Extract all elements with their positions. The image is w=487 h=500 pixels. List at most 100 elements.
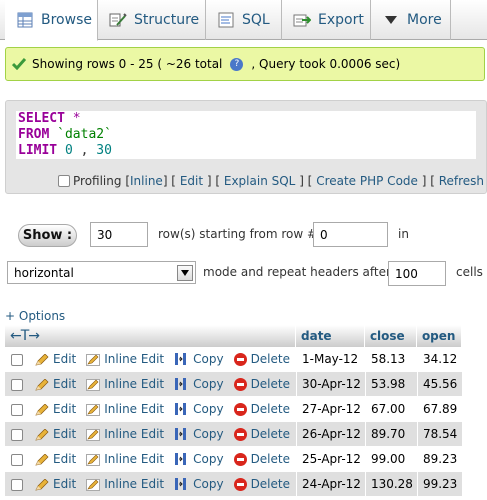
cell-date[interactable]: 1-May-12 bbox=[296, 347, 365, 372]
cell-open[interactable]: 45.56 bbox=[416, 372, 462, 397]
cell-close[interactable]: 53.98 bbox=[364, 372, 417, 397]
tab-export[interactable]: Export bbox=[282, 0, 371, 40]
sql-count: 30 bbox=[88, 143, 112, 158]
copy-action[interactable]: Copy bbox=[170, 372, 230, 397]
delete-label: Delete bbox=[250, 402, 290, 416]
delete-icon bbox=[233, 478, 247, 491]
copy-action[interactable]: Copy bbox=[170, 397, 230, 422]
cell-close[interactable]: 130.28 bbox=[364, 472, 417, 497]
inline-edit-label: Inline Edit bbox=[104, 377, 165, 391]
profiling-checkbox[interactable] bbox=[58, 175, 70, 187]
cell-date[interactable]: 24-Apr-12 bbox=[296, 472, 365, 497]
copy-action[interactable]: Copy bbox=[170, 422, 230, 447]
inline-edit-label: Inline Edit bbox=[104, 402, 165, 416]
edit-action[interactable]: Edit bbox=[31, 372, 83, 397]
cell-open[interactable]: 99.23 bbox=[416, 472, 462, 497]
row-checkbox[interactable] bbox=[11, 453, 23, 466]
delete-action[interactable]: Delete bbox=[229, 472, 296, 497]
tab-sql[interactable]: SQL bbox=[206, 0, 282, 40]
row-checkbox[interactable] bbox=[11, 353, 23, 366]
cell-open[interactable]: 34.12 bbox=[416, 347, 462, 372]
edit-label: Edit bbox=[53, 352, 77, 366]
show-button[interactable]: Show : bbox=[18, 224, 77, 247]
edit-label: Edit bbox=[53, 477, 77, 491]
edit-action[interactable]: Edit bbox=[31, 472, 83, 497]
edit-label: Edit bbox=[53, 452, 77, 466]
copy-icon bbox=[174, 377, 193, 391]
options-toggle[interactable]: + Options bbox=[5, 309, 65, 323]
inline-edit-action[interactable]: Inline Edit bbox=[82, 447, 171, 472]
pencil-icon bbox=[35, 452, 53, 466]
inline-edit-action[interactable]: Inline Edit bbox=[82, 397, 171, 422]
delete-action[interactable]: Delete bbox=[229, 397, 296, 422]
edit-sql-link[interactable]: Edit bbox=[180, 174, 203, 188]
cell-close[interactable]: 67.00 bbox=[364, 397, 417, 422]
cell-date[interactable]: 26-Apr-12 bbox=[296, 422, 365, 447]
delete-action[interactable]: Delete bbox=[229, 447, 296, 472]
sql-offset: 0 bbox=[57, 143, 73, 158]
column-arrows-header[interactable]: ←T→ bbox=[5, 325, 296, 347]
refresh-link[interactable]: Refresh bbox=[439, 174, 484, 188]
edit-action[interactable]: Edit bbox=[31, 447, 83, 472]
repeat-headers-input[interactable]: 100 bbox=[388, 261, 446, 286]
inline-edit-icon bbox=[86, 452, 104, 466]
tab-browse[interactable]: Browse bbox=[5, 0, 98, 41]
delete-label: Delete bbox=[250, 352, 290, 366]
table-row: Edit Inline Edit Copy Delete 1-May-12 58.13 34… bbox=[5, 347, 462, 372]
copy-icon bbox=[174, 427, 193, 441]
explain-sql-link[interactable]: Explain SQL bbox=[224, 174, 296, 188]
inline-link[interactable]: Inline bbox=[130, 174, 163, 188]
edit-action[interactable]: Edit bbox=[31, 397, 83, 422]
browse-icon bbox=[15, 11, 35, 29]
tab-label: Structure bbox=[134, 12, 200, 28]
cell-open[interactable]: 89.23 bbox=[416, 447, 462, 472]
tab-more[interactable]: More bbox=[371, 0, 451, 40]
cell-date[interactable]: 27-Apr-12 bbox=[296, 397, 365, 422]
cell-date[interactable]: 25-Apr-12 bbox=[296, 447, 365, 472]
row-checkbox[interactable] bbox=[11, 378, 23, 391]
copy-icon bbox=[174, 352, 193, 366]
inline-edit-action[interactable]: Inline Edit bbox=[82, 347, 171, 372]
pencil-icon bbox=[35, 477, 53, 491]
row-checkbox[interactable] bbox=[11, 403, 23, 416]
in-label: in bbox=[398, 227, 409, 241]
delete-action[interactable]: Delete bbox=[229, 347, 296, 372]
delete-icon bbox=[233, 403, 247, 416]
cell-close[interactable]: 89.70 bbox=[364, 422, 417, 447]
start-row-input[interactable]: 0 bbox=[313, 222, 388, 247]
help-icon[interactable]: ? bbox=[230, 57, 244, 71]
row-checkbox[interactable] bbox=[11, 478, 23, 491]
delete-action[interactable]: Delete bbox=[229, 372, 296, 397]
pencil-icon bbox=[35, 402, 53, 416]
row-checkbox-cell bbox=[5, 472, 31, 497]
inline-edit-label: Inline Edit bbox=[104, 452, 165, 466]
copy-action[interactable]: Copy bbox=[170, 447, 230, 472]
cell-close[interactable]: 99.00 bbox=[364, 447, 417, 472]
cell-date[interactable]: 30-Apr-12 bbox=[296, 372, 365, 397]
cell-open[interactable]: 67.89 bbox=[416, 397, 462, 422]
copy-action[interactable]: Copy bbox=[170, 347, 230, 372]
delete-action[interactable]: Delete bbox=[229, 422, 296, 447]
chevron-down-icon bbox=[177, 265, 193, 281]
cell-open[interactable]: 78.54 bbox=[416, 422, 462, 447]
row-checkbox-cell bbox=[5, 447, 31, 472]
row-checkbox[interactable] bbox=[11, 428, 23, 441]
column-header-close[interactable]: close bbox=[364, 325, 417, 347]
inline-edit-label: Inline Edit bbox=[104, 427, 165, 441]
column-header-open[interactable]: open bbox=[416, 325, 462, 347]
edit-action[interactable]: Edit bbox=[31, 347, 83, 372]
create-php-code-link[interactable]: Create PHP Code bbox=[316, 174, 418, 188]
rows-count-input[interactable]: 30 bbox=[90, 222, 148, 247]
inline-edit-icon bbox=[86, 377, 104, 391]
edit-action[interactable]: Edit bbox=[31, 422, 83, 447]
inline-edit-action[interactable]: Inline Edit bbox=[82, 422, 171, 447]
inline-edit-action[interactable]: Inline Edit bbox=[82, 472, 171, 497]
display-mode-select[interactable]: horizontal bbox=[7, 261, 196, 284]
cell-close[interactable]: 58.13 bbox=[364, 347, 417, 372]
sql-star: * bbox=[64, 111, 81, 126]
copy-action[interactable]: Copy bbox=[170, 472, 230, 497]
column-header-date[interactable]: date bbox=[296, 325, 365, 347]
pencil-icon bbox=[35, 352, 53, 366]
tab-structure[interactable]: Structure bbox=[98, 0, 206, 40]
inline-edit-action[interactable]: Inline Edit bbox=[82, 372, 171, 397]
